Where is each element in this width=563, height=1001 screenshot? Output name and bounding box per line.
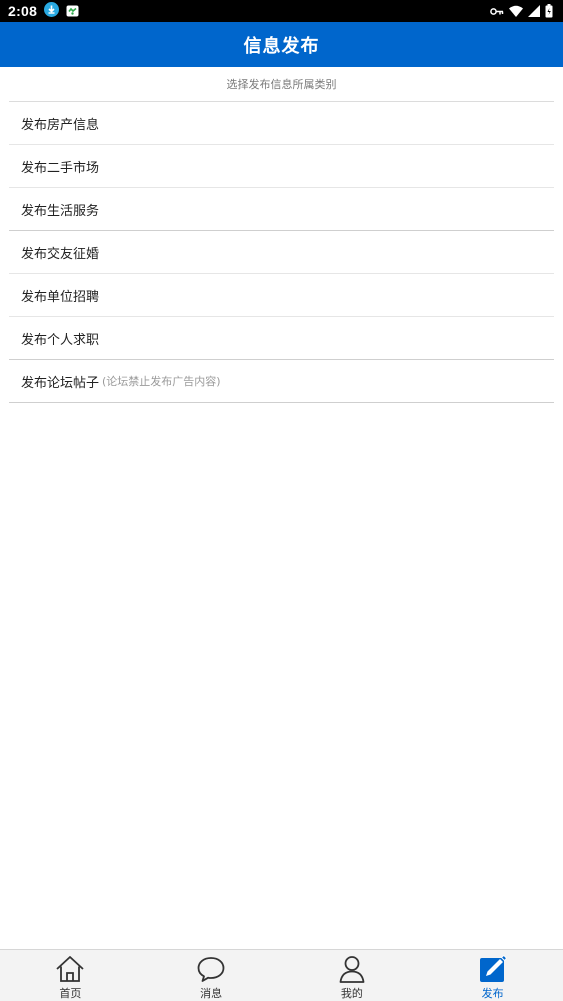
category-item-forum-post[interactable]: 发布论坛帖子 (论坛禁止发布广告内容) (9, 360, 554, 403)
wifi-icon (509, 5, 523, 17)
chat-bubble-icon (196, 954, 226, 984)
tab-label: 发布 (481, 987, 504, 1000)
category-label: 发布二手市场 (21, 160, 100, 176)
tab-label: 我的 (340, 987, 363, 1000)
status-bar: 2:08 (0, 0, 563, 22)
category-label: 发布论坛帖子 (21, 375, 100, 391)
tab-publish[interactable]: 发布 (422, 950, 563, 1001)
tab-home[interactable]: 首页 (0, 950, 141, 1001)
bottom-tab-bar: 首页 消息 我的 发布 (0, 949, 563, 1001)
category-label: 发布单位招聘 (21, 289, 100, 305)
category-hint: 选择发布信息所属类别 (226, 78, 337, 91)
user-icon (337, 954, 367, 984)
category-item-dating[interactable]: 发布交友征婚 (9, 231, 554, 274)
home-icon (55, 954, 85, 984)
vpn-key-icon (490, 7, 504, 16)
category-label: 发布交友征婚 (21, 246, 100, 262)
tab-label: 首页 (59, 987, 82, 1000)
category-label: 发布生活服务 (21, 203, 100, 219)
status-left: 2:08 (8, 1, 79, 21)
category-label: 发布个人求职 (21, 332, 100, 348)
category-item-second-hand[interactable]: 发布二手市场 (9, 145, 554, 188)
category-item-life-services[interactable]: 发布生活服务 (9, 188, 554, 231)
tab-label: 消息 (200, 987, 223, 1000)
title-bar: 信息发布 (0, 22, 563, 67)
edit-icon (478, 954, 508, 984)
category-item-recruitment[interactable]: 发布单位招聘 (9, 274, 554, 317)
page-title: 信息发布 (243, 35, 320, 57)
category-item-housing[interactable]: 发布房产信息 (9, 102, 554, 145)
category-list: 发布房产信息 发布二手市场 发布生活服务 发布交友征婚 发布单位招聘 发布个人求… (9, 101, 554, 403)
status-time: 2:08 (8, 3, 38, 19)
tab-messages[interactable]: 消息 (141, 950, 282, 1001)
category-label: 发布房产信息 (21, 117, 100, 133)
tab-mine[interactable]: 我的 (282, 950, 423, 1001)
category-note: (论坛禁止发布广告内容) (102, 375, 221, 388)
app-notification-icon (66, 2, 79, 21)
status-right (490, 4, 553, 18)
battery-icon (545, 4, 553, 18)
download-icon (44, 1, 60, 21)
category-item-job-seeking[interactable]: 发布个人求职 (9, 317, 554, 360)
cellular-signal-icon (528, 5, 540, 17)
